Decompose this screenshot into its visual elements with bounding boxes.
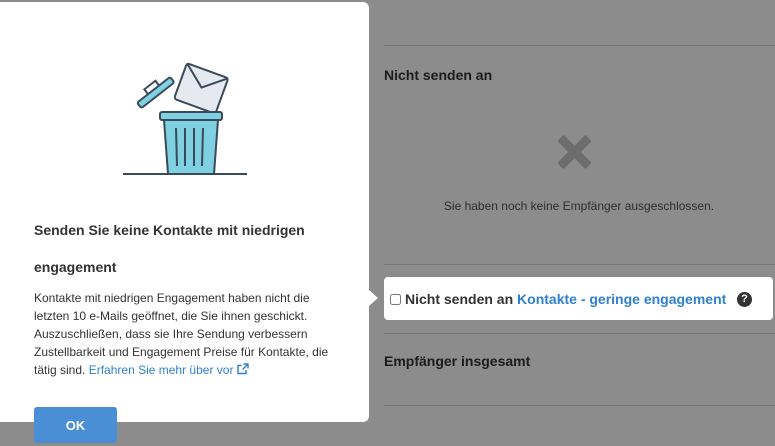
exclude-low-engagement-option[interactable]: Nicht senden an Kontakte - geringe engag… [384, 277, 773, 320]
popover-body: Kontakte mit niedrigen Engagement haben … [34, 289, 344, 379]
trash-can-with-envelope-icon [123, 62, 247, 175]
learn-more-label: Erfahren Sie mehr über vor [88, 363, 234, 377]
ok-button[interactable]: OK [34, 407, 117, 443]
external-link-icon [237, 363, 249, 375]
popover-arrow [369, 290, 378, 306]
popover-title-line1: Senden Sie keine Kontakte mit niedrigen [34, 222, 305, 238]
low-engagement-segment-link[interactable]: Kontakte - geringe engagement [517, 291, 726, 307]
popover-title-line2: engagement [34, 259, 117, 275]
exclude-low-engagement-checkbox[interactable] [390, 294, 401, 305]
help-icon[interactable]: ? [737, 292, 752, 307]
learn-more-link[interactable]: Erfahren Sie mehr über vor [89, 363, 249, 377]
exclude-option-label: Nicht senden an Kontakte - geringe engag… [405, 291, 726, 307]
exclude-option-prefix: Nicht senden an [405, 291, 514, 307]
engagement-info-popover: Senden Sie keine Kontakte mit niedrigen … [0, 2, 369, 443]
